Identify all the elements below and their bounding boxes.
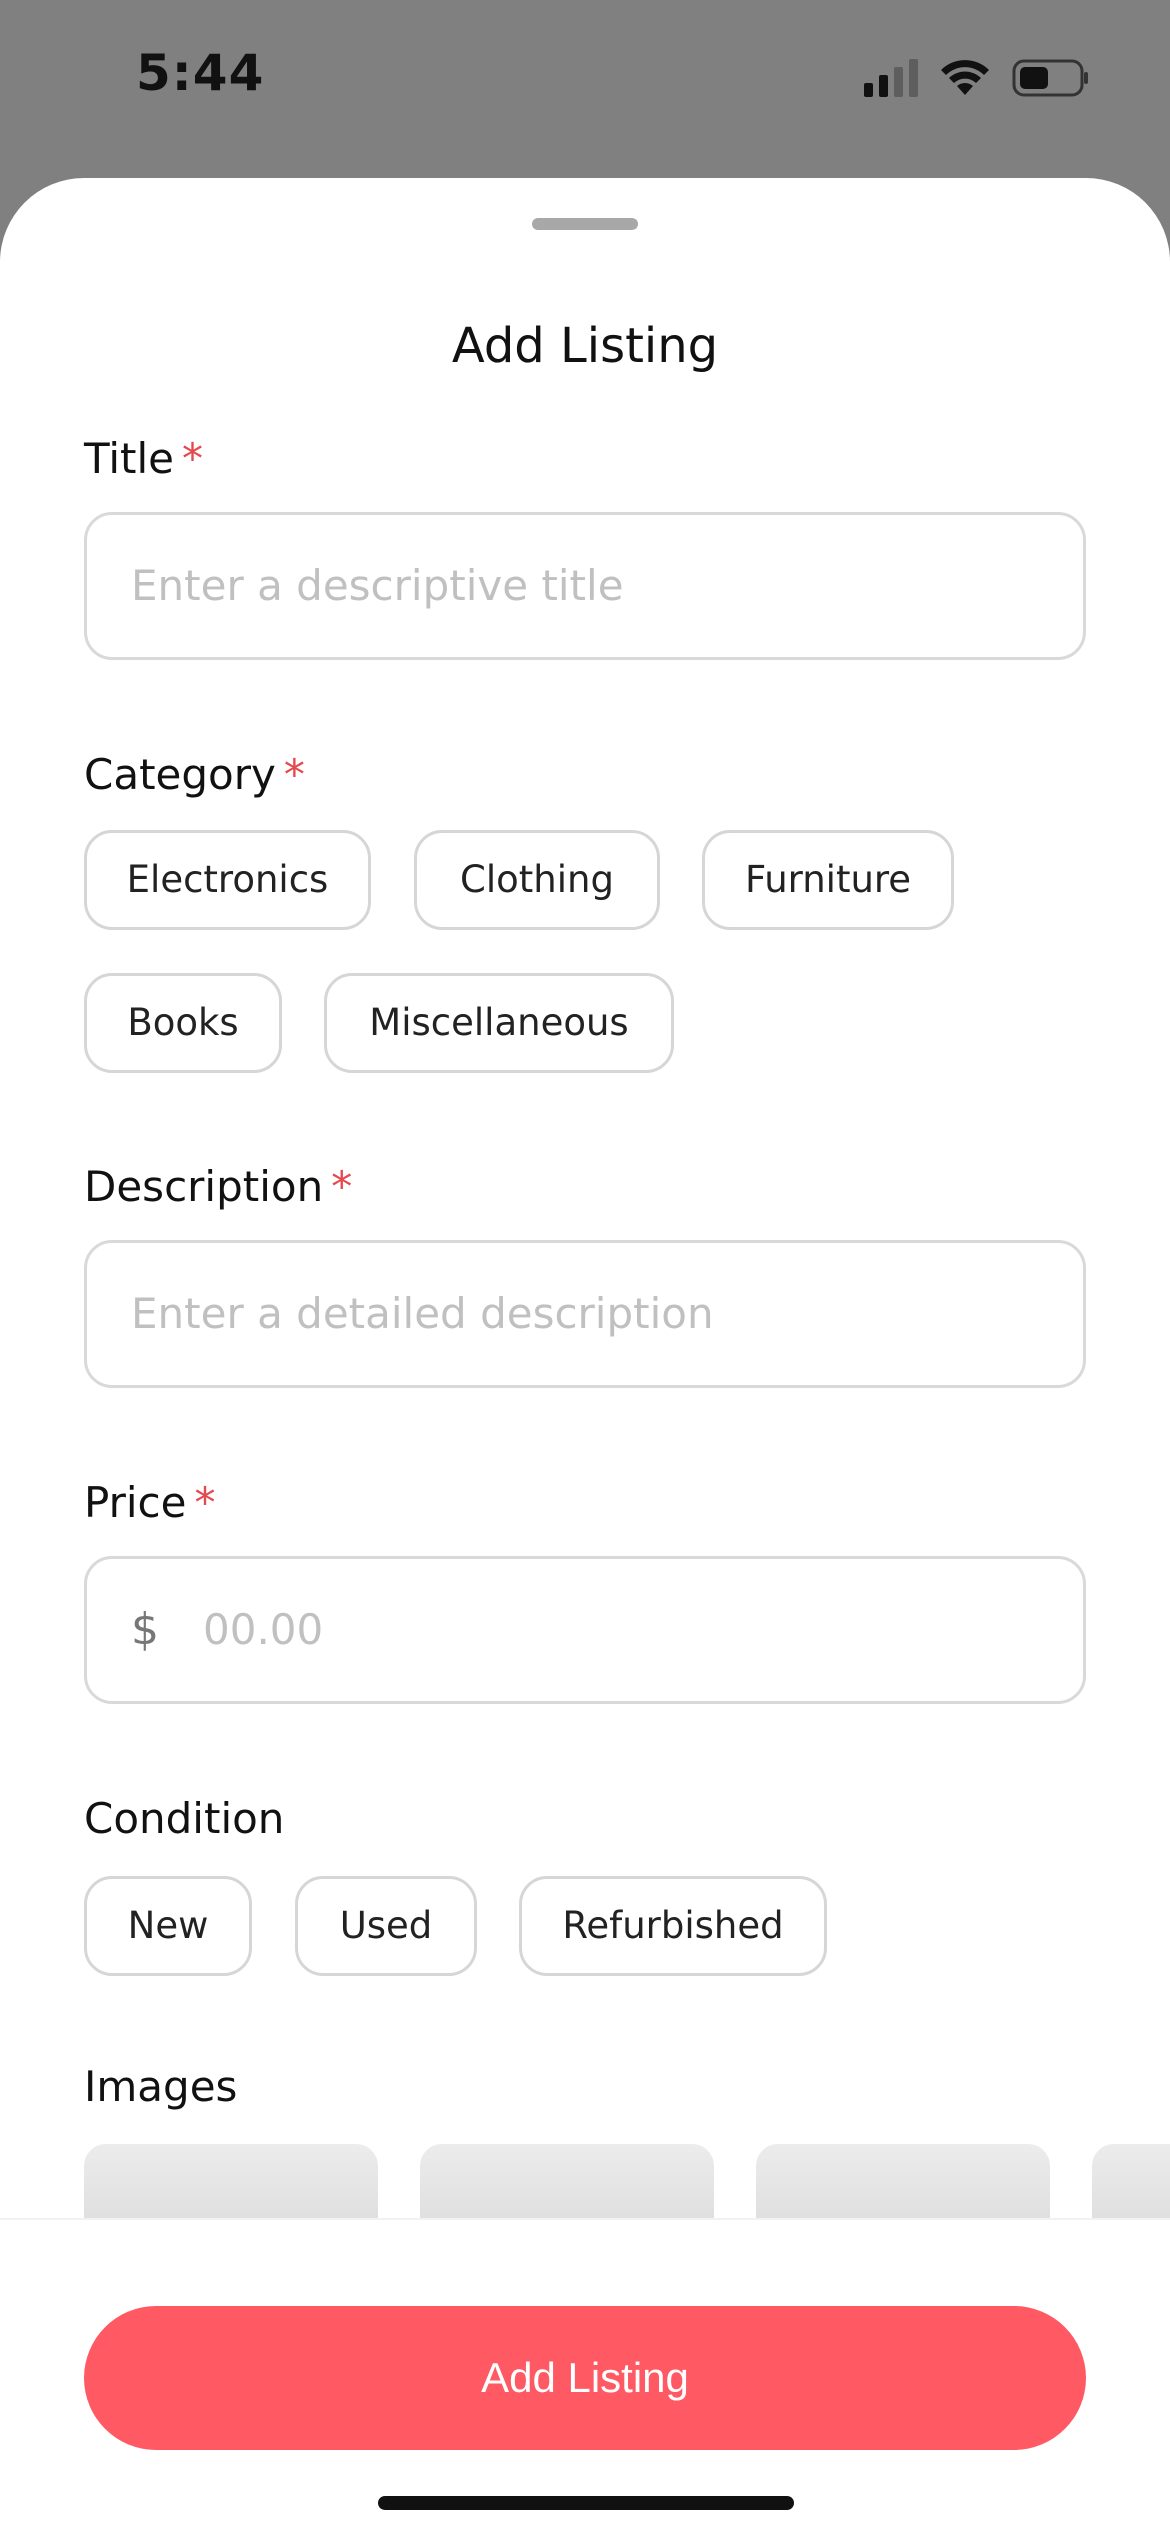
description-label: Description * [84, 1162, 352, 1211]
battery-icon [1012, 59, 1088, 97]
title-label-text: Title [84, 434, 175, 483]
category-chip-electronics[interactable]: Electronics [84, 830, 371, 930]
price-label-text: Price [84, 1478, 187, 1527]
condition-label: Condition [84, 1794, 284, 1843]
title-input-placeholder: Enter a descriptive title [131, 561, 624, 610]
cellular-signal-icon [864, 59, 918, 97]
description-input[interactable]: Enter a detailed description [84, 1240, 1086, 1388]
condition-chip-refurbished[interactable]: Refurbished [519, 1876, 827, 1976]
condition-chip-new[interactable]: New [84, 1876, 252, 1976]
add-listing-sheet: Add Listing Title * Enter a descriptive t… [0, 178, 1170, 2532]
category-label: Category * [84, 750, 305, 799]
category-chip-books[interactable]: Books [84, 973, 282, 1073]
home-indicator[interactable] [378, 2496, 794, 2510]
title-input[interactable]: Enter a descriptive title [84, 512, 1086, 660]
images-label-text: Images [84, 2062, 238, 2111]
currency-symbol: $ [131, 1604, 159, 1655]
title-label: Title * [84, 434, 203, 483]
title-required-mark: * [182, 434, 204, 483]
price-label: Price * [84, 1478, 215, 1527]
price-required-mark: * [194, 1478, 216, 1527]
status-bar: 5:44 [0, 0, 1170, 178]
description-input-placeholder: Enter a detailed description [131, 1289, 714, 1338]
condition-chip-used[interactable]: Used [295, 1876, 477, 1976]
status-time: 5:44 [136, 44, 265, 102]
status-icons [864, 56, 1090, 100]
wifi-icon [941, 60, 989, 95]
category-label-text: Category [84, 750, 276, 799]
category-required-mark: * [283, 750, 305, 799]
category-chip-furniture[interactable]: Furniture [702, 830, 954, 930]
bottom-action-bar: Add Listing [0, 2218, 1170, 2532]
sheet-grabber-handle[interactable] [532, 218, 638, 230]
price-input[interactable]: $ 00.00 [84, 1556, 1086, 1704]
condition-label-text: Condition [84, 1794, 285, 1843]
category-chip-clothing[interactable]: Clothing [414, 830, 660, 930]
add-listing-button[interactable]: Add Listing [84, 2306, 1086, 2450]
description-required-mark: * [331, 1162, 353, 1211]
description-label-text: Description [84, 1162, 324, 1211]
price-input-placeholder: 00.00 [203, 1605, 324, 1654]
category-chip-miscellaneous[interactable]: Miscellaneous [324, 973, 674, 1073]
sheet-title: Add Listing [451, 318, 719, 374]
images-label: Images [84, 2062, 237, 2111]
